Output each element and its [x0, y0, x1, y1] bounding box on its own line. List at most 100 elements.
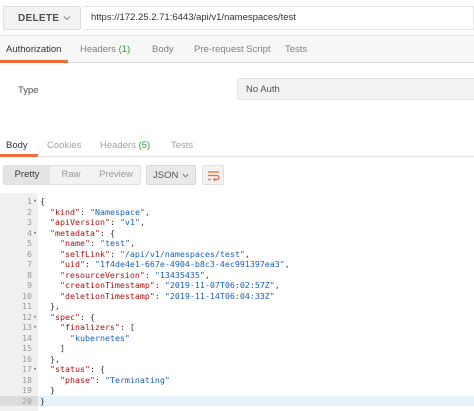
json-key: "phase": [59, 374, 95, 385]
json-key: "resourceVersion": [59, 269, 145, 280]
json-punct: [40, 207, 50, 217]
json-string: "13435435": [154, 269, 205, 280]
auth-type-value: No Auth: [246, 84, 280, 95]
code-line: 16 },: [0, 354, 474, 365]
tab-prerequest-script[interactable]: Pre-request Script: [194, 44, 271, 55]
code-line: 17 ▾ "status": {: [0, 364, 474, 375]
code-text: "status": {: [40, 364, 105, 375]
response-tab-tests[interactable]: Tests: [171, 140, 193, 151]
json-punct: :: [154, 280, 165, 290]
json-string: "kubernetes": [69, 332, 130, 343]
json-punct: :: [154, 290, 165, 301]
wrap-text-icon: [208, 171, 220, 182]
json-punct: },: [40, 353, 60, 364]
chevron-down-icon: [63, 16, 71, 21]
line-number: 4: [27, 227, 32, 238]
code-line: 3 "apiVersion": "v1",: [0, 217, 474, 228]
fold-toggle-icon[interactable]: ▾: [33, 364, 39, 375]
json-string: "Namespace": [89, 206, 145, 217]
json-punct: :: [109, 248, 120, 259]
line-number: 2: [27, 206, 32, 217]
tab-tests[interactable]: Tests: [285, 44, 307, 55]
fold-toggle-icon[interactable]: ▾: [33, 312, 39, 323]
method-label: DELETE: [18, 13, 60, 24]
format-select[interactable]: JSON: [146, 165, 196, 185]
response-tab-body[interactable]: Body: [6, 140, 28, 151]
json-punct: [40, 249, 60, 259]
json-punct: [40, 333, 70, 343]
code-text: "uid": "1f4de4e1-667e-4904-b8c3-4ec99139…: [40, 259, 290, 270]
json-punct: ,: [144, 206, 150, 217]
json-punct: : {: [79, 311, 95, 322]
json-punct: }: [40, 395, 45, 406]
line-number: 9: [27, 280, 32, 290]
view-preview-button[interactable]: Preview: [92, 166, 140, 184]
json-punct: ,: [244, 248, 250, 259]
json-string: "test": [99, 238, 130, 248]
line-number: 15: [22, 343, 32, 353]
tab-authorization[interactable]: Authorization: [6, 44, 61, 55]
json-punct: },: [40, 301, 60, 311]
line-number: 5: [27, 238, 32, 248]
code-line: 18 "phase": "Terminating": [0, 375, 474, 386]
view-pretty-button[interactable]: Pretty: [4, 166, 50, 184]
view-raw-button[interactable]: Raw: [50, 166, 92, 184]
response-tab-cookies[interactable]: Cookies: [47, 140, 81, 151]
fold-toggle-icon[interactable]: ▾: [33, 322, 39, 333]
code-text: "selfLink": "/api/v1/namespaces/test",: [40, 249, 250, 260]
response-body-viewer[interactable]: 1 ▾{2 "kind": "Namespace", 3 "apiVersion":…: [0, 193, 474, 411]
json-string: "2019-11-14T06:04:33Z": [164, 290, 275, 301]
json-key: "name": [59, 238, 90, 248]
code-line: 15 ]: [0, 343, 474, 354]
code-line: 19 }: [0, 385, 474, 396]
json-punct: [40, 312, 50, 322]
json-punct: : {: [99, 227, 115, 238]
code-text: "apiVersion": "v1",: [40, 217, 145, 228]
json-punct: [40, 291, 60, 301]
wrap-lines-button[interactable]: [202, 165, 224, 185]
line-number: 18: [22, 374, 32, 385]
json-key: "status": [50, 364, 90, 374]
code-text: "deletionTimestamp": "2019-11-14T06:04:3…: [40, 291, 275, 302]
json-punct: :: [84, 259, 95, 269]
fold-toggle-icon[interactable]: ▾: [33, 228, 39, 239]
line-number: 14: [22, 332, 32, 343]
url-input[interactable]: https://172.25.2.71:6443/api/v1/namespac…: [83, 6, 474, 30]
json-punct: ]: [40, 343, 65, 353]
tab-headers-label: Headers: [80, 44, 116, 55]
line-number: 17: [22, 364, 32, 374]
json-punct: :: [94, 374, 105, 385]
json-key: "apiVersion": [50, 217, 110, 227]
code-line: 1 ▾{: [0, 196, 474, 207]
code-line: 4 ▾ "metadata": {: [0, 228, 474, 239]
json-punct: [40, 259, 60, 269]
format-value: JSON: [153, 170, 179, 181]
line-number: 6: [27, 248, 32, 259]
json-key: "deletionTimestamp": [59, 290, 155, 301]
code-line: 5 "name": "test",: [0, 238, 474, 249]
code-text: },: [40, 301, 60, 312]
json-punct: : [: [119, 322, 135, 332]
line-number: 3: [27, 217, 32, 227]
response-headers-count-badge: (5): [138, 140, 151, 151]
line-number: 12: [22, 311, 32, 322]
json-key: "creationTimestamp": [59, 280, 155, 290]
json-string: "2019-11-07T06:02:57Z": [164, 280, 275, 290]
code-text: "resourceVersion": "13435435",: [40, 270, 210, 281]
code-line: 10 "deletionTimestamp": "2019-11-14T06:0…: [0, 291, 474, 302]
tab-headers[interactable]: Headers (1): [80, 44, 130, 55]
json-punct: ,: [284, 259, 290, 269]
response-tab-headers[interactable]: Headers (5): [100, 140, 150, 151]
line-number: 13: [22, 322, 32, 332]
tab-body[interactable]: Body: [152, 44, 174, 55]
json-punct: : {: [89, 364, 105, 374]
json-key: "kind": [50, 206, 80, 217]
json-punct: ,: [274, 280, 280, 290]
json-string: "Terminating": [104, 374, 170, 385]
fold-toggle-icon[interactable]: ▾: [33, 196, 39, 207]
json-punct: [40, 375, 60, 385]
method-dropdown[interactable]: DELETE: [3, 6, 81, 30]
json-punct: :: [144, 269, 155, 280]
view-mode-segmented: Pretty Raw Preview: [3, 165, 141, 185]
auth-type-select[interactable]: No Auth: [237, 78, 474, 100]
